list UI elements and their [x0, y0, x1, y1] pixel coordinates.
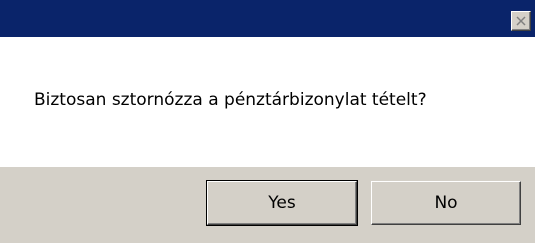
close-button[interactable] [511, 11, 531, 31]
no-button[interactable]: No [371, 181, 521, 225]
title-bar[interactable] [0, 0, 535, 37]
confirmation-message: Biztosan sztornózza a pénztárbizonylat t… [34, 90, 427, 110]
close-icon [516, 16, 526, 26]
confirm-dialog: Biztosan sztornózza a pénztárbizonylat t… [0, 0, 535, 243]
yes-button[interactable]: Yes [206, 180, 358, 226]
dialog-content: Biztosan sztornózza a pénztárbizonylat t… [0, 37, 535, 167]
button-bar: Yes No [0, 167, 535, 243]
